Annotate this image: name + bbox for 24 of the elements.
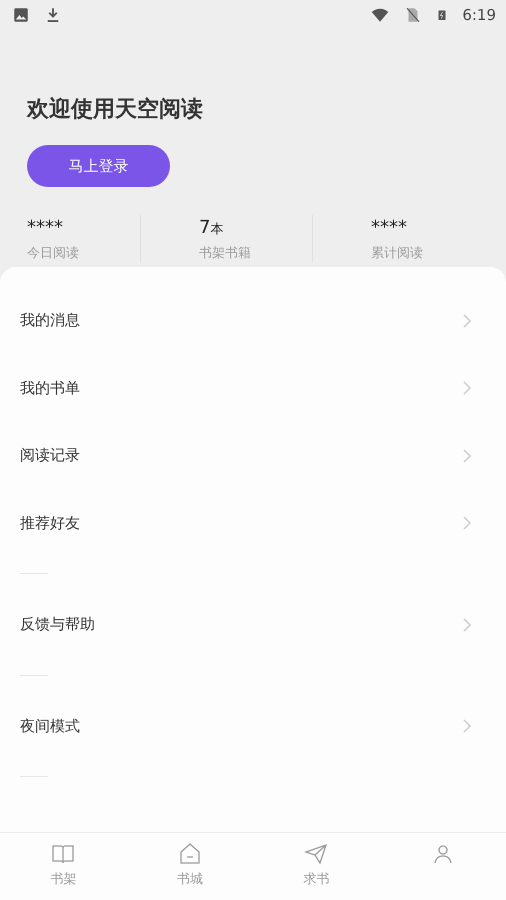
chevron-right-icon (462, 312, 472, 329)
menu-item[interactable]: 我的书单 (0, 354, 506, 422)
stat-value: **** (27, 217, 64, 239)
chevron-right-icon (462, 616, 472, 633)
menu-item[interactable]: 夜间模式 (0, 692, 506, 760)
menu-item[interactable]: 阅读记录 (0, 422, 506, 490)
stat-label: 累计阅读 (371, 245, 424, 262)
stat-label: 书架书籍 (199, 245, 252, 262)
wifi-icon (370, 6, 390, 24)
chevron-right-icon (462, 515, 472, 532)
menu-item[interactable]: 推荐好友 (0, 490, 506, 557)
image-icon (12, 6, 30, 24)
stat-label: 今日阅读 (27, 245, 80, 262)
chevron-right-icon (462, 718, 472, 734)
menu-item[interactable]: 我的消息 (0, 287, 506, 354)
menu-item[interactable]: 反馈与帮助 (0, 591, 506, 658)
stat-value: **** (371, 217, 408, 239)
stat-value: 7本 (199, 217, 224, 239)
login-button[interactable]: 马上登录 (27, 145, 170, 187)
chevron-right-icon (462, 380, 472, 396)
welcome-title: 欢迎使用天空阅读 (27, 96, 204, 124)
chevron-right-icon (462, 448, 472, 464)
no-sim-icon (404, 6, 422, 24)
status-time: 6:19 (462, 6, 496, 24)
